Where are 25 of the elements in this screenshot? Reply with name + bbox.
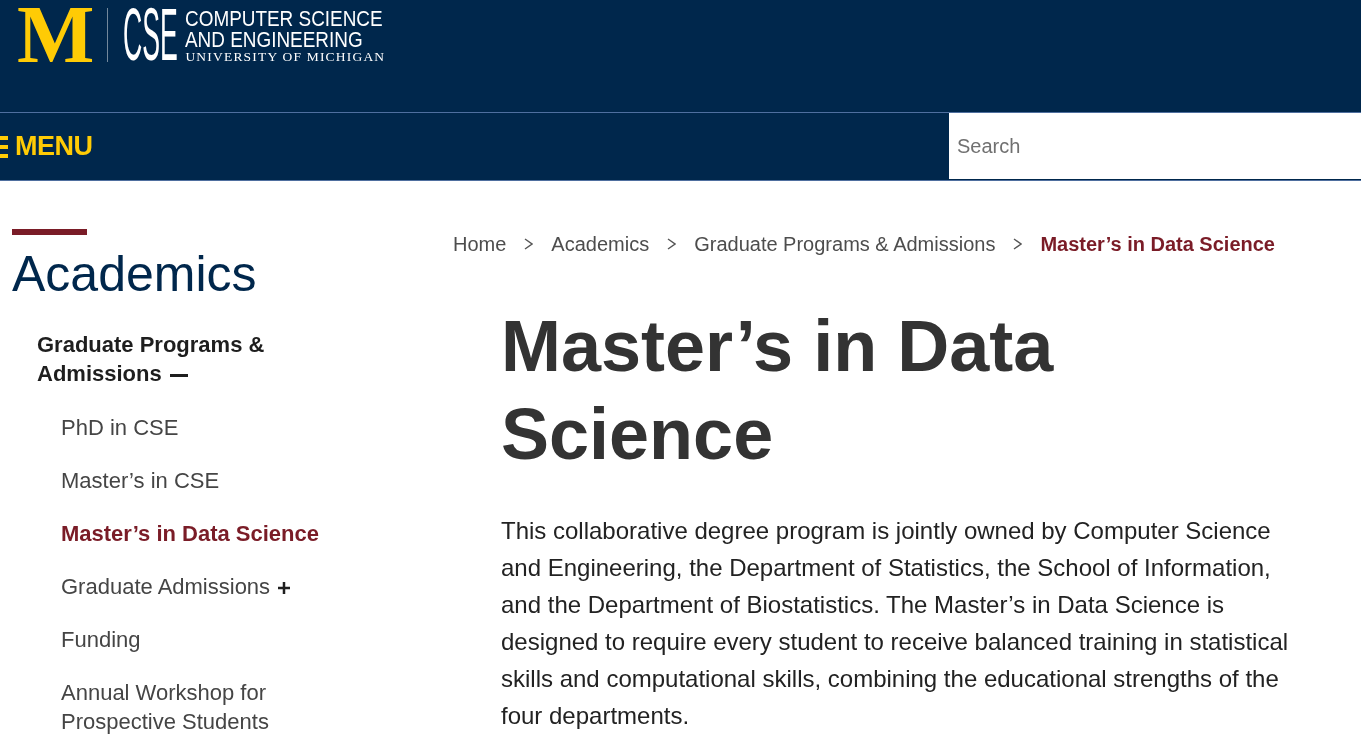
sidebar-title: Academics <box>12 245 257 303</box>
breadcrumb-current: Master’s in Data Science <box>1040 232 1275 256</box>
sidebar-link[interactable]: Graduate Admissions <box>61 572 291 601</box>
menu-button[interactable]: MENU <box>0 113 93 180</box>
sidebar-link[interactable]: Annual Workshop for Prospective Students <box>61 678 351 736</box>
logo-acronym: CSE <box>123 8 179 62</box>
sidebar-group-link[interactable]: Graduate Programs & Admissions <box>37 330 297 388</box>
menu-icon <box>0 135 8 158</box>
breadcrumb-link[interactable]: Graduate Programs & Admissions <box>694 232 996 256</box>
logo-university: UNIVERSITY OF MICHIGAN <box>185 50 386 63</box>
body-paragraph: This collaborative degree program is jointly owned by Computer Science and Engineering, the Department of Statistics, the School of Information, and the Department of Biostatistics. The Master’s in Data Science is designed to require every student to receive balanced training in statistical skills and computational skills, combining the educational strengths of the four departments. <box>501 516 1290 731</box>
breadcrumb-link[interactable]: Home <box>453 232 507 256</box>
sidebar-link[interactable]: PhD in CSE <box>61 413 179 442</box>
breadcrumb-link[interactable]: Academics <box>551 232 650 256</box>
chevron-right-icon <box>1013 238 1023 250</box>
logo-mark[interactable]: M <box>17 8 94 62</box>
sidebar-link[interactable]: Master’s in Data Science <box>61 519 319 548</box>
sidebar-link[interactable]: Funding <box>61 625 141 654</box>
chevron-right-icon <box>667 238 677 250</box>
logo-department-line: COMPUTER SCIENCE <box>185 8 384 29</box>
logo-department-line: AND ENGINEERING <box>185 29 364 50</box>
page-title: Master’s in Data Science <box>501 305 1055 476</box>
sidebar-link[interactable]: Master’s in CSE <box>61 466 220 495</box>
search-field[interactable]: Search <box>949 113 1361 179</box>
chevron-right-icon <box>524 238 534 250</box>
